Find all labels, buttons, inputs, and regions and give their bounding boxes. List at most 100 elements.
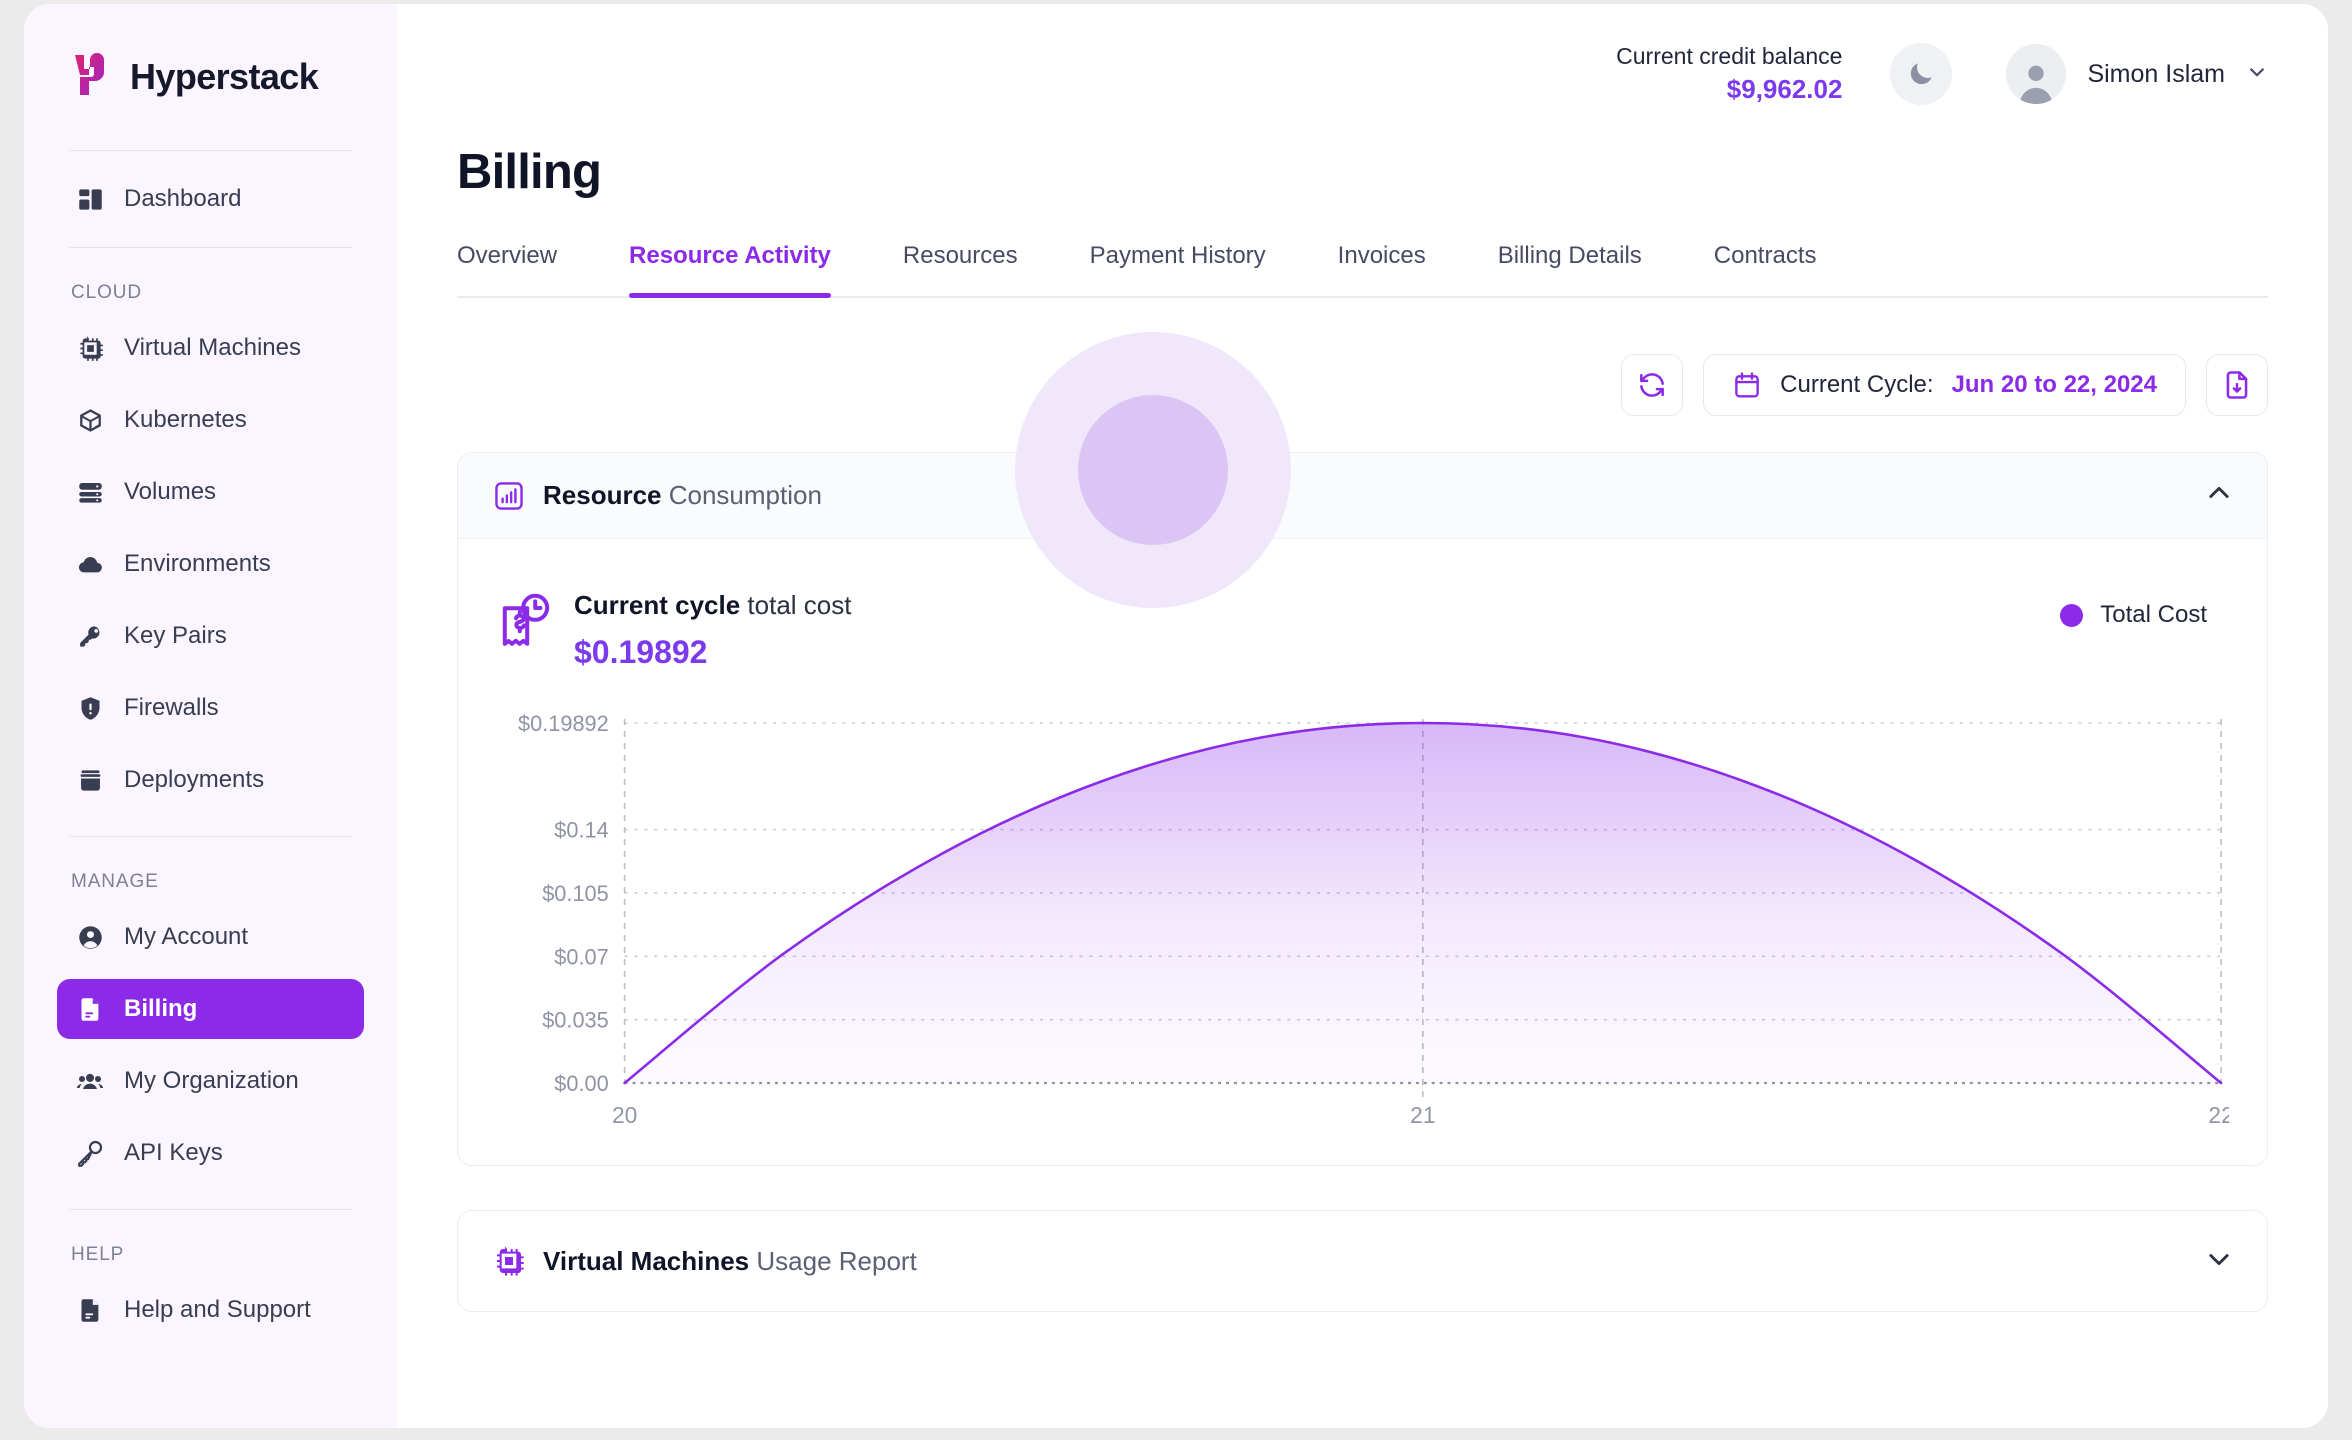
resource-consumption-title: Resource Consumption: [543, 480, 822, 511]
key-icon: [75, 621, 105, 651]
calendar-icon: [1735, 372, 1759, 398]
avatar-icon: [2020, 65, 2053, 104]
download-report-button[interactable]: [2206, 354, 2268, 416]
sidebar-item-my-organization[interactable]: My Organization: [57, 1051, 364, 1111]
user-menu[interactable]: Simon Islam: [2006, 44, 2268, 104]
cube-icon: [75, 405, 105, 435]
sidebar-item-label: Deployments: [124, 766, 265, 793]
sidebar-group-top: Dashboard: [57, 151, 364, 247]
chart-area-fill: [624, 723, 2222, 1084]
cost-text-block: Current cycle total cost $0.19892: [574, 587, 851, 675]
moon-icon: [1911, 63, 1933, 85]
resource-consumption-header[interactable]: Resource Consumption: [458, 453, 2267, 539]
tab-billing-details[interactable]: Billing Details: [1498, 242, 1642, 296]
vm-usage-report-title: Virtual Machines Usage Report: [543, 1246, 917, 1277]
tab-resource-activity[interactable]: Resource Activity: [629, 242, 831, 298]
sidebar-item-my-account[interactable]: My Account: [57, 907, 364, 967]
sidebar-item-label: Key Pairs: [124, 622, 227, 649]
tab-overview[interactable]: Overview: [457, 242, 557, 296]
sidebar-item-help-and-support[interactable]: Help and Support: [57, 1280, 364, 1340]
tab-invoices[interactable]: Invoices: [1338, 242, 1426, 296]
y-axis-tick-label: $0.07: [554, 944, 608, 969]
vm-panel-title-rest: Usage Report: [749, 1245, 917, 1276]
cpu-chip-icon: [75, 333, 105, 363]
hyperstack-logo-icon: [71, 53, 113, 101]
sidebar-item-key-pairs[interactable]: Key Pairs: [57, 606, 364, 666]
sidebar-item-label: Volumes: [124, 478, 217, 505]
chart-legend: Total Cost: [2060, 587, 2229, 629]
user-name: Simon Islam: [2087, 59, 2225, 88]
sidebar-item-label: Firewalls: [124, 694, 219, 721]
sidebar-item-api-keys[interactable]: API Keys: [57, 1123, 364, 1183]
cost-label: Current cycle total cost: [574, 587, 851, 625]
sidebar-item-volumes[interactable]: Volumes: [57, 462, 364, 522]
receipt-clock-icon: [496, 591, 552, 651]
sidebar-item-label: Dashboard: [124, 185, 242, 212]
credit-balance-value: $9,962.02: [1726, 73, 1843, 104]
billing-cycle-label: Current Cycle:: [1780, 371, 1934, 398]
sidebar-item-label: Kubernetes: [124, 406, 247, 433]
sidebar-section-cloud-label: CLOUD: [71, 282, 143, 303]
archive-box-icon: [75, 765, 105, 795]
sidebar-item-firewalls[interactable]: Firewalls: [57, 678, 364, 738]
credit-balance: Current credit balance $9,962.02: [1616, 41, 1842, 107]
sidebar-group-cloud: Virtual Machines Kubernetes Volumes Envi…: [57, 318, 364, 810]
sidebar-item-deployments[interactable]: Deployments: [57, 750, 364, 810]
cloud-icon: [75, 549, 105, 579]
document-icon: [75, 1295, 105, 1325]
sidebar-group-help: Help and Support: [57, 1280, 364, 1340]
refresh-button[interactable]: [1621, 354, 1684, 416]
avatar: [2006, 44, 2067, 104]
sidebar-item-virtual-machines[interactable]: Virtual Machines: [57, 318, 364, 378]
api-key-icon: [78, 1140, 103, 1167]
bar-chart-icon: [492, 479, 526, 513]
brand-name: Hyperstack: [130, 56, 319, 97]
cost-area-chart: $0.00 $0.035 $0.07 $0.105 $0.14 $0.19892 20 21 2…: [518, 711, 2229, 1128]
sidebar-item-label: Help and Support: [124, 1296, 311, 1323]
user-circle-icon: [75, 922, 105, 952]
y-axis-tick-label: $0.19892: [518, 711, 609, 736]
x-axis-tick-label: 20: [612, 1102, 637, 1128]
chevron-up-icon[interactable]: [2205, 479, 2233, 512]
vm-usage-report-header[interactable]: Virtual Machines Usage Report: [458, 1211, 2267, 1312]
main-content: Current credit balance $9,962.02 Simon I…: [397, 4, 2328, 1428]
chevron-down-icon[interactable]: [2246, 61, 2268, 88]
sidebar-item-label: API Keys: [124, 1139, 223, 1166]
refresh-icon: [1640, 373, 1665, 397]
cost-label-rest: total cost: [740, 590, 852, 620]
panel-title-rest: Consumption: [661, 480, 822, 510]
sidebar-item-environments[interactable]: Environments: [57, 534, 364, 594]
chevron-down-icon[interactable]: [2205, 1245, 2233, 1278]
credit-balance-label: Current credit balance: [1616, 42, 1843, 69]
resource-consumption-body: Current cycle total cost $0.19892 Total …: [458, 539, 2267, 1165]
sidebar-item-billing[interactable]: Billing: [57, 979, 364, 1039]
legend-color-dot: [2060, 603, 2084, 627]
sidebar-item-label: Environments: [124, 550, 271, 577]
sidebar-group-manage: My Account Billing My Organization API K…: [57, 907, 364, 1183]
sidebar-item-label: Billing: [124, 995, 198, 1022]
sidebar-item-kubernetes[interactable]: Kubernetes: [57, 390, 364, 450]
cpu-chip-icon: [492, 1244, 526, 1278]
sidebar-item-label: Virtual Machines: [124, 334, 301, 361]
brand-logo-area[interactable]: Hyperstack: [57, 4, 364, 150]
users-group-icon: [76, 1073, 104, 1089]
sidebar-item-label: My Organization: [124, 1067, 299, 1094]
theme-toggle-button[interactable]: [1890, 43, 1953, 105]
shield-icon: [75, 693, 105, 723]
document-download-icon: [2226, 371, 2248, 399]
tab-payment-history[interactable]: Payment History: [1090, 242, 1266, 296]
y-axis-tick-label: $0.14: [554, 818, 608, 843]
vm-usage-report-panel: Virtual Machines Usage Report: [457, 1210, 2268, 1313]
dashboard-icon: [75, 184, 105, 214]
server-stack-icon: [75, 477, 105, 507]
tab-contracts[interactable]: Contracts: [1714, 242, 1817, 296]
resource-consumption-chart: $0.00 $0.035 $0.07 $0.105 $0.14 $0.19892 20 21 2…: [496, 709, 2229, 1139]
billing-cycle-selector[interactable]: Current Cycle: Jun 20 to 22, 2024: [1703, 354, 2186, 416]
top-bar: Current credit balance $9,962.02 Simon I…: [397, 4, 2328, 144]
tab-resources[interactable]: Resources: [903, 242, 1018, 296]
cost-value: $0.19892: [574, 633, 708, 670]
x-axis-tick-label: 21: [1410, 1102, 1435, 1128]
legend-label: Total Cost: [2100, 601, 2207, 628]
y-axis-tick-label: $0.105: [542, 881, 609, 906]
sidebar-item-dashboard[interactable]: Dashboard: [57, 169, 364, 229]
